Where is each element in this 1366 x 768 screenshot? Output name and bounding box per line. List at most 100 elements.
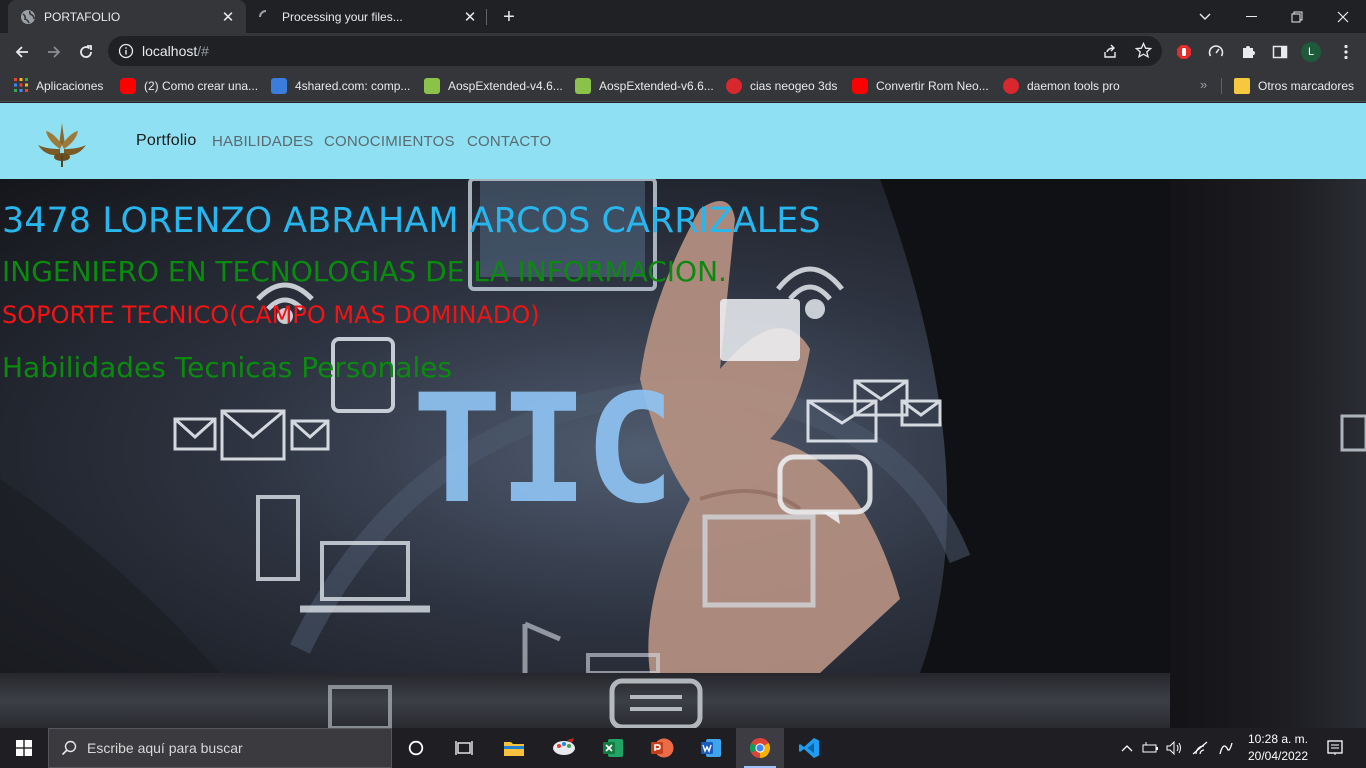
browser-toolbar: localhost/# L	[0, 33, 1366, 70]
address-url: localhost/#	[142, 43, 209, 59]
bookmarks-bar: Aplicaciones (2) Como crear una... 4shar…	[0, 70, 1366, 102]
close-window-button[interactable]	[1320, 0, 1366, 33]
close-tab-icon[interactable]: ✕	[460, 7, 480, 27]
bookmark-label: Convertir Rom Neo...	[876, 79, 989, 93]
paint-icon[interactable]	[540, 728, 588, 768]
bookmark-otros-marcadores[interactable]: Otros marcadores	[1234, 76, 1354, 96]
bookmark-como-crear[interactable]: (2) Como crear una...	[120, 76, 258, 96]
address-bar[interactable]: localhost/#	[108, 36, 1162, 66]
start-button[interactable]	[0, 728, 48, 768]
bookmark-label: daemon tools pro	[1027, 79, 1120, 93]
bookmark-label: Aplicaciones	[36, 79, 104, 93]
mega-icon	[726, 78, 742, 94]
more-bookmarks-button[interactable]: »	[1200, 77, 1207, 92]
clock-time: 10:28 a. m.	[1247, 732, 1309, 746]
adblock-extension-icon[interactable]	[1170, 38, 1198, 66]
battery-network-icon[interactable]	[1140, 728, 1162, 768]
windows-logo-icon	[16, 740, 32, 756]
cortana-circle-icon	[408, 740, 424, 756]
site-logo[interactable]	[32, 115, 92, 169]
reload-button[interactable]	[72, 38, 100, 66]
bookmark-label: 4shared.com: comp...	[295, 79, 411, 93]
vscode-icon[interactable]	[785, 728, 833, 768]
browser-tab-strip: PORTAFOLIO ✕ Processing your files... ✕ …	[0, 0, 1366, 33]
bookmark-label: (2) Como crear una...	[144, 79, 259, 93]
cortana-button[interactable]	[392, 728, 440, 768]
back-button[interactable]	[8, 38, 36, 66]
bookmark-aospextended-v66[interactable]: AospExtended-v6.6...	[575, 76, 714, 96]
bookmark-convertir-rom[interactable]: Convertir Rom Neo...	[852, 76, 989, 96]
new-tab-button[interactable]: +	[498, 6, 520, 28]
hero-name: 3478 LORENZO ABRAHAM ARCOS CARRIZALES	[2, 201, 821, 241]
youtube-icon	[120, 78, 136, 94]
pen-ink-icon[interactable]	[1214, 728, 1238, 768]
clock-date: 20/04/2022	[1247, 749, 1309, 763]
task-view-button[interactable]	[440, 728, 488, 768]
folder-icon	[1234, 78, 1250, 94]
minimize-button[interactable]	[1228, 0, 1274, 33]
taskbar-clock[interactable]: 10:28 a. m. 20/04/2022	[1238, 731, 1318, 765]
tab-title: Processing your files...	[282, 9, 403, 24]
excel-icon[interactable]	[589, 728, 637, 768]
chrome-icon[interactable]	[736, 728, 784, 768]
bookmark-label: cias neogeo 3ds	[750, 79, 838, 93]
bookmark-4shared[interactable]: 4shared.com: comp...	[271, 76, 410, 96]
hero-skills-heading: Habilidades Tecnicas Personales	[2, 351, 453, 384]
share-icon[interactable]	[1102, 43, 1118, 64]
bookmark-label: Otros marcadores	[1258, 79, 1355, 93]
forward-button[interactable]	[40, 38, 68, 66]
youtube-icon	[852, 78, 868, 94]
file-explorer-icon[interactable]	[490, 728, 538, 768]
bookmarks-separator	[1221, 78, 1222, 94]
search-placeholder: Escribe aquí para buscar	[87, 740, 243, 756]
hero-bottom-strip	[0, 673, 1170, 728]
tab-title: PORTAFOLIO	[44, 9, 121, 24]
show-hidden-icons-chevron-icon[interactable]	[1118, 728, 1136, 768]
profile-avatar[interactable]: L	[1301, 42, 1321, 62]
site-info-icon[interactable]	[118, 43, 134, 59]
side-panel-icon[interactable]	[1266, 38, 1294, 66]
hero-specialty: SOPORTE TECNICO(CAMPO MAS DOMINADO)	[2, 301, 540, 329]
hero-profession: INGENIERO EN TECNOLOGIAS DE LA INFORMACI…	[2, 255, 727, 288]
search-icon	[61, 740, 77, 756]
apps-grid-icon	[14, 77, 28, 95]
taskbar-search-box[interactable]: Escribe aquí para buscar	[48, 728, 392, 768]
extensions-puzzle-icon[interactable]	[1234, 38, 1262, 66]
bookmark-cias-neogeo[interactable]: cias neogeo 3ds	[726, 76, 837, 96]
menu-kebab-icon[interactable]	[1332, 38, 1360, 66]
bookmark-aplicaciones[interactable]: Aplicaciones	[14, 76, 103, 96]
tab-portafolio[interactable]: PORTAFOLIO ✕	[8, 0, 246, 33]
tab-search-icon[interactable]	[1182, 0, 1228, 33]
android-icon	[424, 78, 440, 94]
close-tab-icon[interactable]: ✕	[218, 7, 238, 27]
loading-spinner-icon	[258, 9, 274, 25]
tab-processing[interactable]: Processing your files... ✕	[250, 0, 488, 33]
4shared-icon	[271, 78, 287, 94]
task-view-icon	[455, 741, 473, 755]
nav-portfolio[interactable]: Portfolio	[136, 132, 197, 150]
bookmark-label: AospExtended-v6.6...	[599, 79, 714, 93]
bookmark-aospextended-v46[interactable]: AospExtended-v4.6...	[424, 76, 563, 96]
volume-icon[interactable]	[1164, 728, 1186, 768]
nav-conocimientos[interactable]: CONOCIMIENTOS	[324, 133, 455, 150]
notifications-icon[interactable]	[1320, 728, 1350, 768]
powerpoint-icon[interactable]	[638, 728, 686, 768]
address-path: /#	[197, 43, 209, 59]
nav-habilidades[interactable]: HABILIDADES	[212, 133, 313, 150]
speed-extension-icon[interactable]	[1202, 38, 1230, 66]
nav-contacto[interactable]: CONTACTO	[467, 133, 551, 150]
hero-right-panel	[1170, 179, 1366, 728]
bookmark-daemon-tools[interactable]: daemon tools pro	[1003, 76, 1120, 96]
word-icon[interactable]	[687, 728, 735, 768]
windows-taskbar: Escribe aquí para buscar 10:28 a. m. 20/…	[0, 728, 1366, 768]
bookmark-star-icon[interactable]	[1134, 41, 1153, 64]
mega-icon	[1003, 78, 1019, 94]
android-icon	[575, 78, 591, 94]
address-host: localhost	[142, 43, 198, 59]
bookmark-label: AospExtended-v4.6...	[448, 79, 563, 93]
globe-icon	[20, 9, 36, 25]
tab-separator	[486, 9, 487, 25]
wifi-icon[interactable]	[1188, 728, 1212, 768]
hero-image-tic-text: TIC	[412, 363, 675, 537]
restore-button[interactable]	[1274, 0, 1320, 33]
